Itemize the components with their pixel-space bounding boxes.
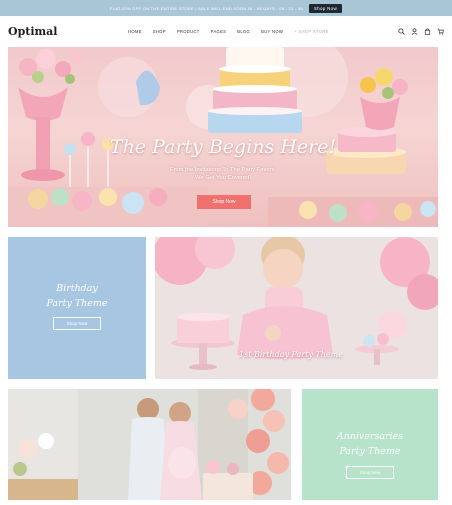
anniversary-theme-title: Anniversaries Party Theme bbox=[302, 429, 438, 459]
user-icon[interactable] bbox=[411, 27, 418, 35]
header-icons bbox=[398, 27, 444, 35]
birthday-theme-title-line-2: Party Theme bbox=[46, 298, 108, 309]
bag-icon[interactable] bbox=[424, 28, 431, 35]
nav-shop[interactable]: SHOP bbox=[153, 29, 166, 34]
hero-subtitle-line-2: We Got You Covered! bbox=[195, 175, 251, 181]
hero-banner: The Party Begins Here! From the Invitati… bbox=[8, 47, 438, 227]
first-birthday-banner[interactable]: 1st Birthday Party Theme bbox=[155, 237, 438, 379]
nav-blog[interactable]: BLOG bbox=[237, 29, 250, 34]
hero-title: The Party Begins Here! bbox=[109, 136, 337, 158]
anniversary-theme-panel[interactable]: Anniversaries Party Theme Shop Now bbox=[302, 389, 438, 500]
logo[interactable]: Optimal bbox=[8, 25, 118, 38]
first-birthday-caption: 1st Birthday Party Theme bbox=[239, 350, 343, 359]
anniversary-shop-now-button[interactable]: Shop Now bbox=[346, 466, 394, 479]
nav-shop-store[interactable]: + SHOP STORE bbox=[294, 29, 329, 34]
nav-pages[interactable]: PAGES bbox=[211, 29, 227, 34]
anniversary-theme-title-line-2: Party Theme bbox=[339, 446, 401, 457]
nav-product[interactable]: PRODUCT bbox=[177, 29, 200, 34]
announcement-text: FLAT 20% OFF ON THE ENTIRE STORE | SALE … bbox=[109, 5, 303, 11]
announcement-shop-button[interactable]: Shop Now bbox=[308, 3, 343, 13]
birthday-shop-now-button[interactable]: Shop Now bbox=[53, 317, 101, 330]
hero-subtitle-line-1: From the Invitations To The Party Favors… bbox=[169, 167, 277, 173]
anniversary-theme-title-line-1: Anniversaries bbox=[336, 431, 404, 442]
birthday-theme-title: Birthday Party Theme bbox=[8, 281, 146, 311]
site-header: Optimal HOME SHOP PRODUCT PAGES BLOG BUY… bbox=[0, 16, 452, 46]
couple-photo-banner[interactable] bbox=[8, 389, 291, 500]
couple-photo bbox=[8, 389, 291, 500]
search-icon[interactable] bbox=[398, 27, 405, 35]
cart-icon[interactable] bbox=[437, 28, 444, 35]
announcement-bar: FLAT 20% OFF ON THE ENTIRE STORE | SALE … bbox=[0, 0, 452, 16]
nav-home[interactable]: HOME bbox=[128, 29, 142, 34]
hero-subtitle: From the Invitations To The Party Favors… bbox=[8, 166, 438, 182]
nav-buy-now[interactable]: BUY NOW bbox=[261, 29, 283, 34]
main-nav: HOME SHOP PRODUCT PAGES BLOG BUY NOW + S… bbox=[128, 29, 398, 34]
birthday-theme-title-line-1: Birthday bbox=[56, 283, 98, 294]
birthday-theme-panel[interactable]: Birthday Party Theme Shop Now bbox=[8, 237, 146, 379]
hero-shop-now-button[interactable]: Shop Now bbox=[197, 195, 251, 209]
